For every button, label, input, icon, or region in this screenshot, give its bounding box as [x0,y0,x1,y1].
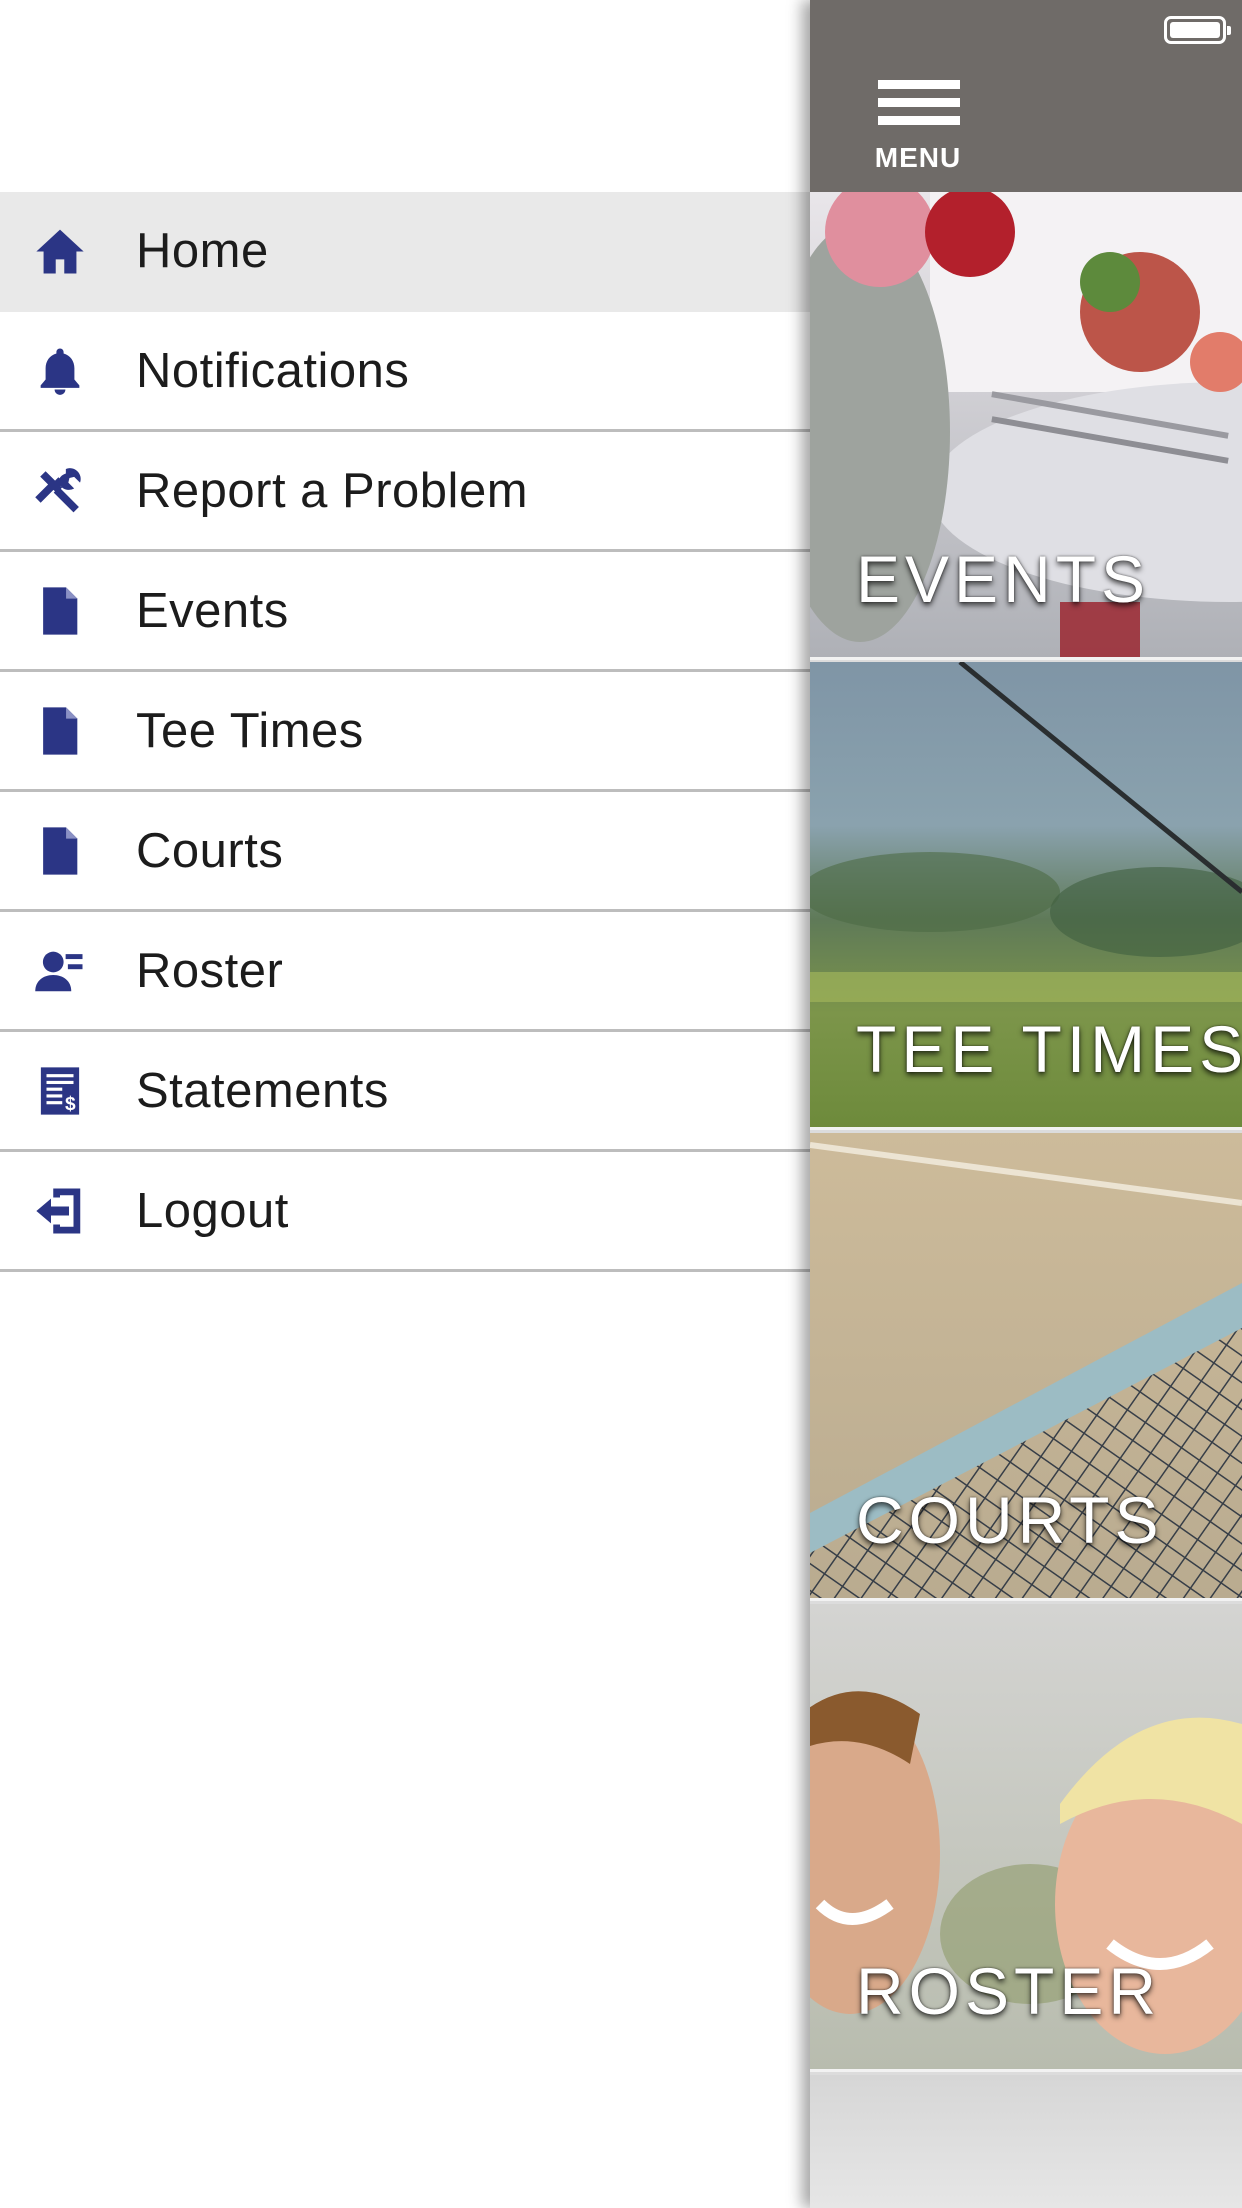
roster-icon [30,941,90,1001]
svg-text:$: $ [65,1094,76,1115]
drawer-item-label: Logout [136,1183,289,1238]
drawer-item-home[interactable]: Home [0,192,810,312]
tile-roster[interactable]: ROSTER [810,1604,1242,2072]
drawer-item-roster[interactable]: Roster [0,912,810,1032]
top-bar: MENU [810,0,1242,192]
drawer-item-label: Roster [136,943,284,998]
drawer-item-courts[interactable]: Courts [0,792,810,912]
drawer-item-report-a-problem[interactable]: Report a Problem [0,432,810,552]
drawer-item-label: Statements [136,1063,389,1118]
tile-partial[interactable] [810,2075,1242,2208]
drawer-item-tee-times[interactable]: Tee Times [0,672,810,792]
tile-tee-times[interactable]: TEE TIMES [810,662,1242,1130]
drawer-item-notifications[interactable]: Notifications [0,312,810,432]
drawer-item-label: Courts [136,823,284,878]
home-icon [30,221,90,281]
battery-icon [1164,16,1231,44]
drawer-item-logout[interactable]: Logout [0,1152,810,1272]
drawer-item-label: Tee Times [136,703,364,758]
tile-courts[interactable]: COURTS [810,1133,1242,1601]
logout-icon [30,1181,90,1241]
main-content-panel: MENU EVENTS TEE TIMES COURTS ROSTER [810,0,1242,2208]
document-icon [30,821,90,881]
tile-label: ROSTER [856,1954,1162,2028]
bell-icon [30,341,90,401]
menu-button[interactable]: MENU [868,80,968,176]
drawer-item-events[interactable]: Events [0,552,810,672]
tile-label: TEE TIMES [856,1012,1242,1086]
document-icon [30,701,90,761]
navigation-drawer: Home Notifications Report a Problem Even… [0,0,810,2208]
tile-events[interactable]: EVENTS [810,192,1242,660]
drawer-item-label: Events [136,583,289,638]
tools-icon [30,461,90,521]
drawer-menu-list: Home Notifications Report a Problem Even… [0,192,810,1272]
drawer-item-statements[interactable]: $ Statements [0,1032,810,1152]
menu-label: MENU [874,142,962,173]
tile-label: COURTS [856,1483,1164,1557]
statements-icon: $ [30,1061,90,1121]
drawer-item-label: Report a Problem [136,463,529,518]
document-icon [30,581,90,641]
drawer-item-label: Home [136,223,269,278]
drawer-item-label: Notifications [136,343,410,398]
tile-label: EVENTS [856,542,1151,616]
